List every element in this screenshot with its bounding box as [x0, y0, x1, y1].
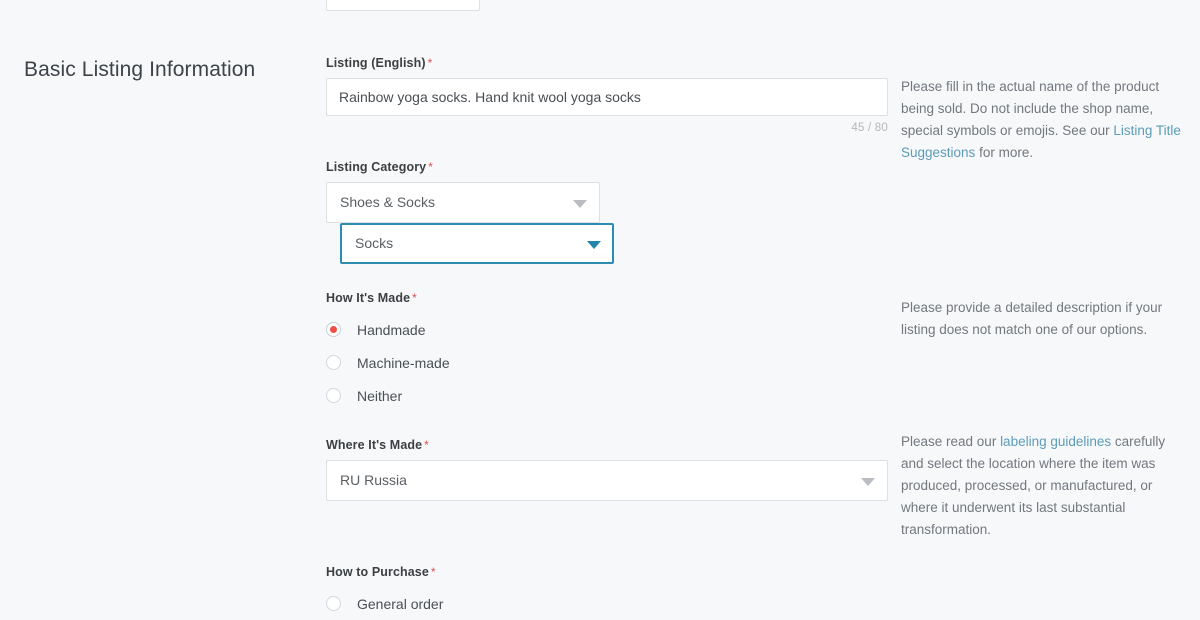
help-text-before: Please provide a detailed description if…: [901, 300, 1163, 337]
radio-option-general-order[interactable]: General order: [326, 587, 888, 620]
help-text-how-its-made: Please provide a detailed description if…: [901, 297, 1183, 341]
help-text-where-its-made: Please read our labeling guidelines care…: [901, 431, 1183, 541]
listing-category-row: Shoes & Socks Socks: [326, 182, 888, 264]
how-its-made-label: How It's Made *: [326, 291, 888, 305]
radio-option-handmade[interactable]: Handmade: [326, 313, 888, 346]
where-its-made-label-text: Where It's Made: [326, 438, 423, 452]
radio-label-handmade: Handmade: [357, 321, 426, 338]
where-its-made-select[interactable]: RU Russia: [326, 460, 888, 501]
radio-label-machine-made: Machine-made: [357, 354, 450, 371]
help-text-after: carefully and select the location where …: [901, 434, 1166, 537]
field-where-its-made: Where It's Made * RU Russia: [326, 438, 888, 501]
field-listing-title: Listing (English)* 45 / 80: [326, 56, 888, 134]
listing-category-primary-value[interactable]: Shoes & Socks: [326, 182, 600, 223]
listing-title-label-text: Listing (English): [326, 56, 426, 70]
help-text-before: Please read our: [901, 434, 1001, 449]
how-to-purchase-label: How to Purchase *: [326, 565, 888, 579]
required-asterisk: *: [430, 565, 436, 579]
required-asterisk: *: [427, 56, 433, 70]
help-text-after: for more.: [975, 145, 1034, 160]
listing-form: Listing (English)* 45 / 80 Listing Categ…: [326, 56, 888, 620]
required-asterisk: *: [424, 438, 429, 452]
where-its-made-label: Where It's Made *: [326, 438, 888, 452]
field-how-to-purchase: How to Purchase * General order: [326, 565, 888, 620]
how-to-purchase-label-text: How to Purchase: [326, 565, 429, 579]
listing-category-primary-select[interactable]: Shoes & Socks: [326, 182, 600, 223]
required-asterisk: *: [412, 291, 417, 305]
radio-label-general-order: General order: [357, 595, 444, 612]
partial-input-above[interactable]: [326, 0, 480, 11]
where-its-made-value[interactable]: RU Russia: [326, 460, 888, 501]
field-how-its-made: How It's Made * Handmade Machine-made Nei…: [326, 291, 888, 412]
required-asterisk: *: [428, 160, 434, 174]
field-listing-category: Listing Category * Shoes & Socks Socks: [326, 160, 888, 264]
listing-title-label: Listing (English) *: [326, 56, 888, 70]
radio-icon-selected[interactable]: [326, 322, 341, 337]
radio-option-neither[interactable]: Neither: [326, 379, 888, 412]
listing-title-character-counter: 45 / 80: [851, 122, 888, 134]
listing-title-input[interactable]: [326, 78, 888, 116]
listing-category-label-text: Listing Category: [326, 160, 427, 174]
listing-category-secondary-select[interactable]: Socks: [340, 223, 614, 264]
help-text-listing-title: Please fill in the actual name of the pr…: [901, 76, 1183, 164]
radio-icon-unselected[interactable]: [326, 596, 341, 611]
radio-label-neither: Neither: [357, 387, 403, 404]
page-title: Basic Listing Information: [24, 58, 256, 81]
radio-icon-unselected[interactable]: [326, 388, 341, 403]
radio-option-machine-made[interactable]: Machine-made: [326, 346, 888, 379]
how-its-made-label-text: How It's Made: [326, 291, 411, 305]
listing-category-label: Listing Category *: [326, 160, 888, 174]
listing-category-secondary-value[interactable]: Socks: [340, 223, 614, 264]
radio-icon-unselected[interactable]: [326, 355, 341, 370]
labeling-guidelines-link[interactable]: labeling guidelines: [1000, 434, 1111, 449]
